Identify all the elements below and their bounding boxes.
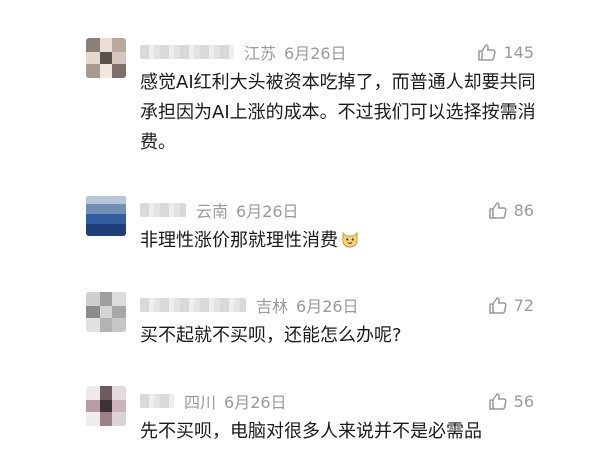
like-button[interactable]: 56 [488,389,534,413]
comment-date: 6月26日 [296,297,359,316]
comment-meta: 江苏 6月26日 [140,40,347,64]
like-count: 145 [503,42,534,62]
username-blurred[interactable] [140,394,174,408]
username-blurred[interactable] [140,203,186,217]
comment-meta: 云南 6月26日 [140,198,299,222]
like-button[interactable]: 86 [488,198,534,222]
comment-meta: 吉林 6月26日 [140,293,359,317]
comment-text: 非理性涨价那就理性消费 [140,226,540,259]
avatar[interactable] [86,38,126,78]
comment-text: 先不买呗，电脑对很多人来说并不是必需品 [140,421,482,442]
avatar[interactable] [86,292,126,332]
like-button[interactable]: 145 [477,40,534,64]
like-button[interactable]: 72 [488,293,534,317]
cat-face-icon [340,229,360,259]
comment-meta: 四川 6月26日 [140,389,287,413]
username-blurred[interactable] [140,45,234,59]
thumbs-up-icon [477,42,503,62]
avatar[interactable] [86,196,126,236]
comment-date: 6月26日 [284,44,347,63]
thumbs-up-icon [488,391,514,411]
comment-location: 江苏 [244,44,277,63]
thumbs-up-icon [488,200,514,220]
username-blurred[interactable] [140,298,246,312]
comment-location: 吉林 [256,297,289,316]
avatar[interactable] [86,386,126,426]
like-count: 72 [513,295,534,315]
comment-location: 四川 [184,393,217,412]
comment-location: 云南 [196,202,229,221]
comment-text-content: 非理性涨价那就理性消费 [140,230,338,251]
comment-date: 6月26日 [236,202,299,221]
comment-text: 买不起就不买呗，还能怎么办呢? [140,325,402,346]
like-count: 86 [513,200,534,220]
comment-text: 感觉AI红利大头被资本吃掉了，而普通人却要共同承担因为AI上涨的成本。不过我们可… [140,72,536,153]
thumbs-up-icon [488,295,514,315]
comment-date: 6月26日 [224,393,287,412]
like-count: 56 [513,391,534,411]
